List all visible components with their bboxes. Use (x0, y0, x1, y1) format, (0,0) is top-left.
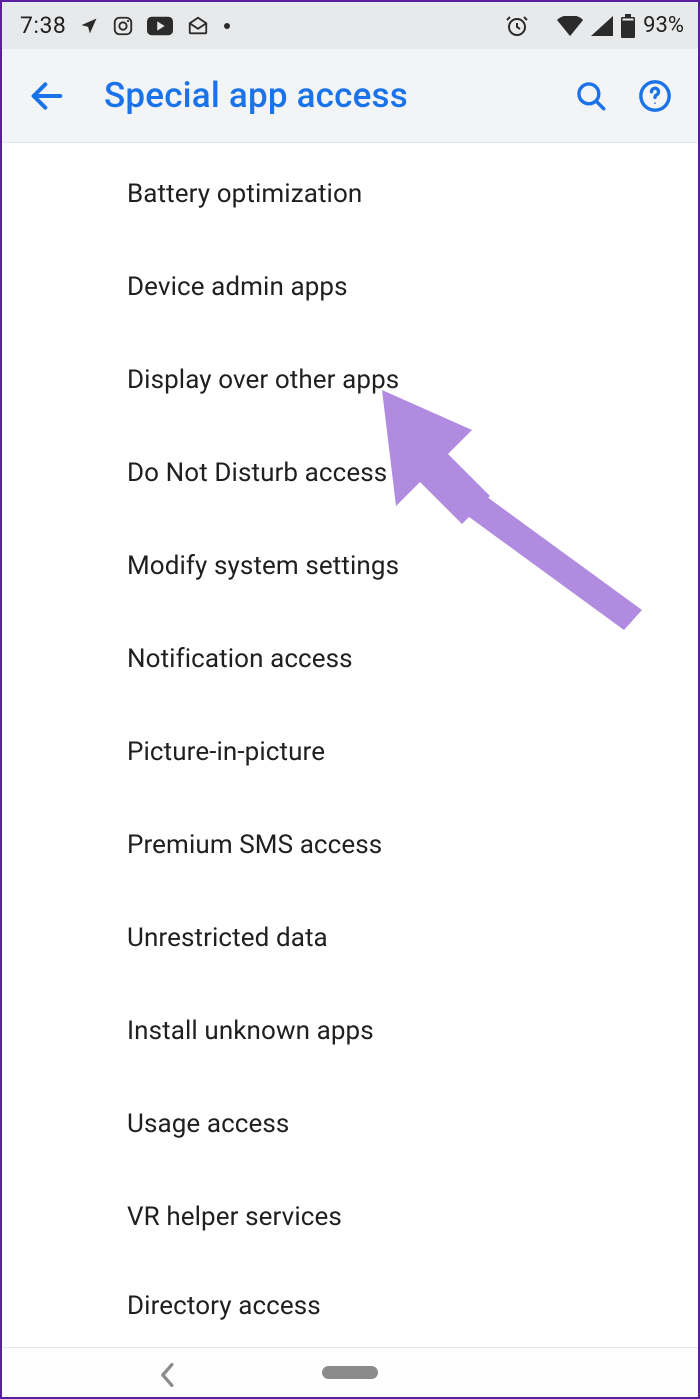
item-device-admin-apps[interactable]: Device admin apps (2, 240, 698, 333)
status-right: 93% (505, 13, 684, 38)
wifi-icon (557, 16, 583, 36)
list-item-label: Notification access (127, 644, 353, 674)
list-item-label: Do Not Disturb access (127, 458, 387, 488)
nav-back-button[interactable] (159, 1362, 177, 1392)
status-time: 7:38 (20, 12, 66, 39)
app-bar: Special app access (2, 49, 698, 143)
back-button[interactable] (12, 76, 82, 116)
page-title: Special app access (104, 75, 574, 116)
battery-icon (621, 14, 635, 38)
list-item-label: Unrestricted data (127, 923, 328, 953)
app-bar-actions (574, 79, 672, 113)
list-item-label: Device admin apps (127, 272, 348, 302)
help-icon (638, 79, 672, 113)
arrow-left-icon (27, 76, 67, 116)
list-item-label: Directory access (127, 1291, 321, 1321)
item-notification-access[interactable]: Notification access (2, 612, 698, 705)
list-item-label: Usage access (127, 1109, 289, 1139)
item-usage-access[interactable]: Usage access (2, 1077, 698, 1170)
location-icon (79, 16, 99, 36)
help-button[interactable] (638, 79, 672, 113)
chevron-left-icon (159, 1362, 177, 1388)
cell-signal-icon (591, 16, 613, 36)
search-icon (574, 79, 608, 113)
list-item-label: Install unknown apps (127, 1016, 374, 1046)
item-display-over-other-apps[interactable]: Display over other apps (2, 333, 698, 426)
youtube-icon (147, 16, 173, 36)
item-directory-access[interactable]: Directory access (2, 1263, 698, 1349)
list-item-label: Display over other apps (127, 365, 399, 395)
list-item-label: Modify system settings (127, 551, 399, 581)
status-bar: 7:38 93% (2, 2, 698, 49)
item-premium-sms-access[interactable]: Premium SMS access (2, 798, 698, 891)
list-item-label: Premium SMS access (127, 830, 382, 860)
mail-icon (186, 15, 210, 37)
status-left: 7:38 (20, 12, 231, 39)
item-install-unknown-apps[interactable]: Install unknown apps (2, 984, 698, 1077)
list-item-label: Battery optimization (127, 179, 362, 209)
battery-percent: 93% (643, 13, 684, 38)
search-button[interactable] (574, 79, 608, 113)
more-dot-icon (223, 22, 231, 30)
item-do-not-disturb-access[interactable]: Do Not Disturb access (2, 426, 698, 519)
item-picture-in-picture[interactable]: Picture-in-picture (2, 705, 698, 798)
instagram-icon (112, 15, 134, 37)
item-modify-system-settings[interactable]: Modify system settings (2, 519, 698, 612)
settings-list: Battery optimization Device admin apps D… (2, 143, 698, 1349)
alarm-icon (505, 14, 529, 38)
item-vr-helper-services[interactable]: VR helper services (2, 1170, 698, 1263)
item-unrestricted-data[interactable]: Unrestricted data (2, 891, 698, 984)
item-battery-optimization[interactable]: Battery optimization (2, 147, 698, 240)
list-item-label: Picture-in-picture (127, 737, 325, 767)
navigation-bar (2, 1347, 698, 1397)
list-item-label: VR helper services (127, 1202, 342, 1232)
home-pill[interactable] (322, 1366, 378, 1379)
